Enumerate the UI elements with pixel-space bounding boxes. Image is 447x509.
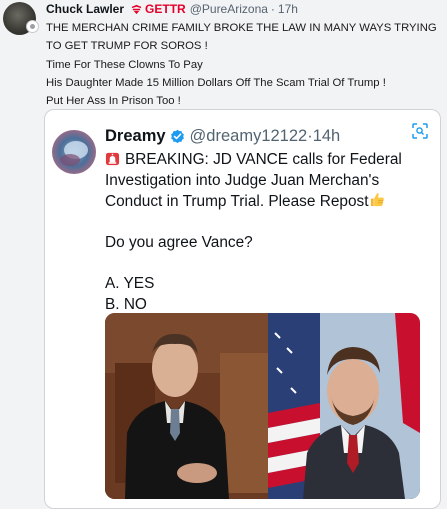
post-body-line: Time For These Clowns To Pay: [46, 58, 203, 71]
post-body-line: THE MERCHAN CRIME FAMILY BROKE THE LAW I…: [46, 22, 437, 34]
verified-badge-icon: [170, 129, 184, 144]
header-separator: ·: [270, 2, 275, 16]
avatar-status-badge-icon: [26, 20, 39, 33]
post-body-line: TO GET TRUMP FOR SOROS !: [46, 40, 208, 53]
quoted-body-line: B. NO: [105, 295, 147, 313]
avatar-art-icon: [60, 141, 88, 166]
side-by-side-portrait-image: [105, 313, 420, 499]
siren-emoji-icon: [105, 152, 120, 166]
quoted-post-body: BREAKING: JD VANCE calls for Federal Inv…: [105, 150, 435, 315]
quoted-author-handle[interactable]: @dreamy12122: [190, 127, 308, 146]
quoted-body-line: Do you agree Vance?: [105, 234, 253, 251]
gettr-logo-icon: [131, 4, 142, 14]
scan-icon[interactable]: [411, 122, 429, 140]
network-name: GETTR: [145, 2, 186, 16]
quoted-body-line: BREAKING: JD VANCE calls for Federal: [105, 150, 435, 171]
quoted-author-name[interactable]: Dreamy: [105, 127, 166, 146]
thumbs-up-emoji-icon: [371, 193, 385, 207]
gettr-post: Chuck Lawler GETTR @PureArizona · 17h TH…: [0, 0, 447, 509]
author-name[interactable]: Chuck Lawler: [46, 2, 124, 16]
author-handle[interactable]: @PureArizona: [190, 2, 268, 16]
post-timestamp[interactable]: 17h: [278, 2, 298, 16]
post-body-line: Put Her Ass In Prison Too !: [46, 95, 181, 108]
post-body-line: His Daughter Made 15 Million Dollars Off…: [46, 76, 386, 89]
quoted-body-line: Investigation into Judge Juan Merchan's: [105, 171, 380, 189]
quoted-timestamp[interactable]: 14h: [313, 127, 341, 146]
quoted-body-text: Conduct in Trump Trial. Please Repost: [105, 193, 369, 210]
quoted-post-image[interactable]: [105, 313, 420, 499]
quoted-body-line: Conduct in Trump Trial. Please Repost: [105, 191, 435, 213]
post-body: THE MERCHAN CRIME FAMILY BROKE THE LAW I…: [46, 19, 437, 110]
quoted-body-line: [105, 213, 435, 234]
quoted-post-header: Dreamy @dreamy12122 · 14h: [105, 127, 340, 146]
quoted-body-text: BREAKING: JD VANCE calls for Federal: [125, 151, 402, 168]
quoted-author-avatar[interactable]: [52, 130, 96, 174]
post-header: Chuck Lawler GETTR @PureArizona · 17h: [46, 2, 298, 16]
quoted-body-line: [105, 254, 435, 275]
quoted-post-card[interactable]: Dreamy @dreamy12122 · 14h BREAKING: JD V…: [44, 109, 441, 509]
quoted-body-line: A. YES: [105, 275, 155, 292]
gettr-logo: GETTR: [131, 2, 186, 16]
